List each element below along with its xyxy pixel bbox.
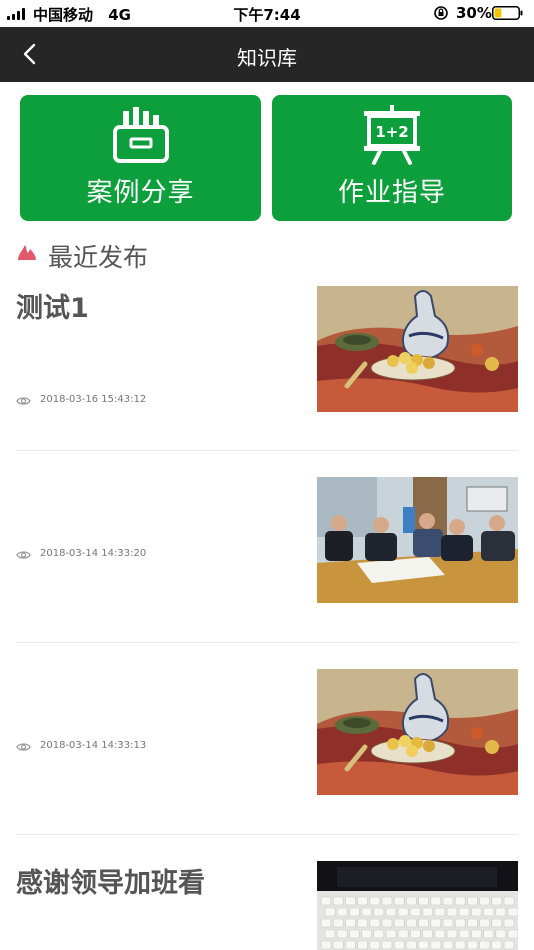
article-item[interactable]: 2018-03-14 14:33:13: [16, 669, 518, 795]
article-item[interactable]: 测试1 2018-03-16 15:43:12: [16, 286, 518, 446]
divider: [16, 834, 518, 835]
flame-icon: [18, 245, 36, 260]
article-title: 测试1: [16, 293, 89, 324]
svg-text:1+2: 1+2: [375, 123, 408, 141]
article-item[interactable]: 2018-03-14 14:33:20: [16, 477, 518, 603]
battery-icon: [492, 6, 523, 20]
article-item[interactable]: 感谢领导加班看: [16, 861, 518, 950]
still-life-painting-image: [317, 669, 518, 795]
still-life-painting-image: [317, 286, 518, 412]
divider: [16, 450, 518, 451]
eye-icon: [16, 743, 31, 751]
article-thumbnail: [317, 477, 518, 603]
folder-files-icon: [112, 107, 169, 163]
eye-icon: [16, 551, 31, 559]
navigation-bar: 知识库: [0, 27, 534, 82]
work-guide-button[interactable]: 1+2 作业指导: [272, 95, 512, 221]
office-meeting-photo-image: [317, 477, 518, 603]
keyboard-photo-image: [317, 861, 518, 950]
orientation-lock-icon: [434, 6, 448, 20]
divider: [16, 642, 518, 643]
article-title: 感谢领导加班看: [16, 868, 205, 899]
tile-label: 案例分享: [86, 178, 195, 208]
eye-icon: [16, 397, 31, 405]
article-thumbnail: [317, 861, 518, 950]
page-title: 知识库: [237, 46, 297, 70]
status-bar: 中国移动 4G 下午7:44 30%: [0, 0, 534, 27]
article-thumbnail: [317, 669, 518, 795]
tile-label: 作业指导: [337, 178, 446, 208]
clock: 下午7:44: [233, 6, 301, 24]
easel-board-icon: 1+2: [364, 105, 420, 165]
publish-date: 2018-03-16 15:43:12: [40, 394, 147, 405]
section-title: 最近发布: [48, 243, 149, 272]
case-sharing-button[interactable]: 案例分享: [20, 95, 261, 221]
publish-date: 2018-03-14 14:33:13: [40, 740, 147, 751]
battery-percent: 30%: [456, 4, 492, 22]
publish-date: 2018-03-14 14:33:20: [40, 548, 147, 559]
article-thumbnail: [317, 286, 518, 412]
